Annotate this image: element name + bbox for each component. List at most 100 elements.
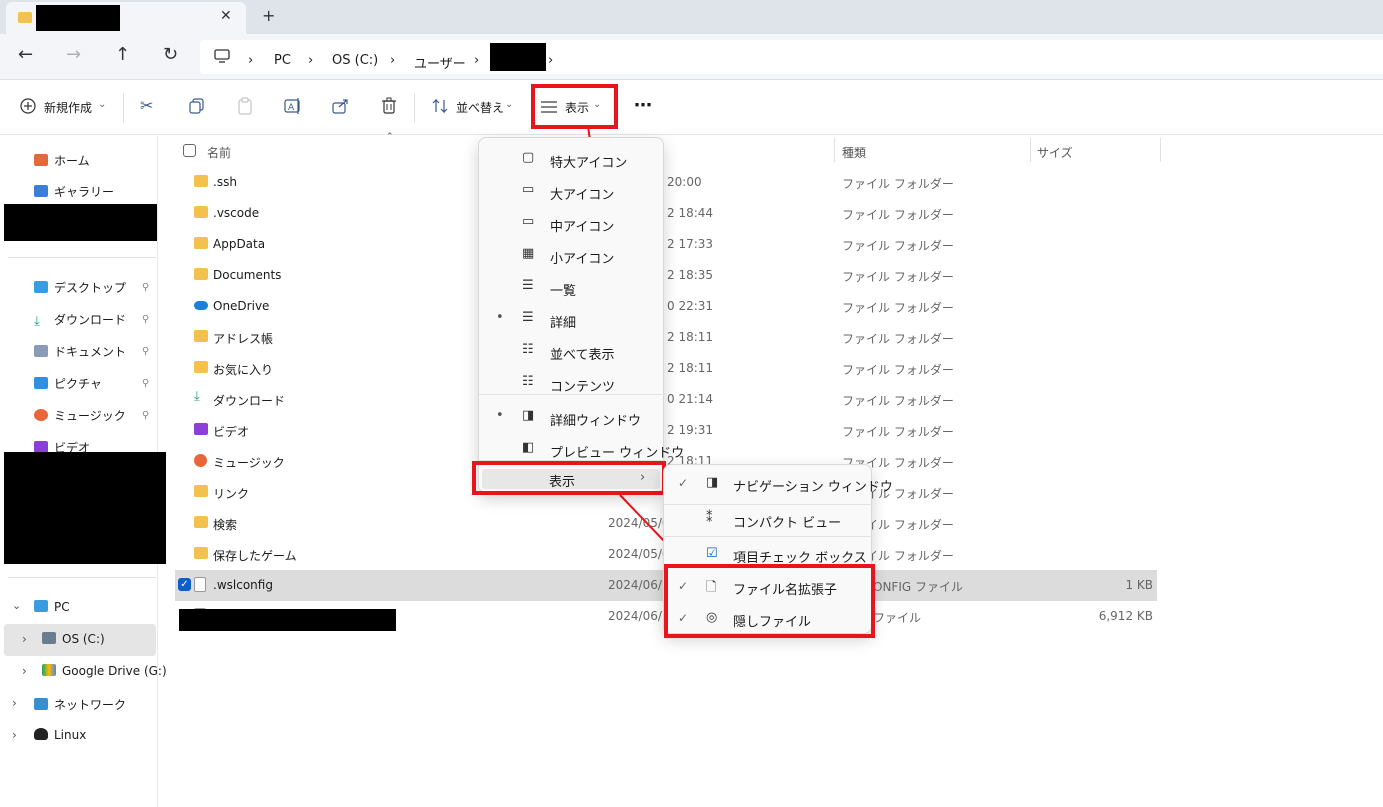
redacted-block — [4, 452, 166, 564]
sidebar-item-home[interactable]: ホーム — [34, 152, 90, 169]
row-checkbox[interactable]: ✓ — [178, 578, 191, 591]
chevron-down-icon: ⌄ — [593, 99, 602, 110]
pin-icon: ⚲ — [142, 410, 150, 421]
cut-icon[interactable]: ✂ — [140, 96, 153, 115]
navigation-pane-icon: ◨ — [706, 475, 719, 490]
home-icon — [34, 154, 48, 166]
divider — [479, 394, 665, 395]
menu-item-list[interactable]: ☰ 一覧 — [479, 274, 665, 302]
folder-icon — [194, 361, 208, 373]
monitor-icon — [214, 49, 230, 63]
sidebar-item-pictures[interactable]: ピクチャ — [34, 375, 102, 392]
table-row[interactable]: Documents 2 18:35 ファイル フォルダー — [175, 260, 1157, 291]
select-all-checkbox[interactable] — [183, 144, 196, 157]
breadcrumb-users[interactable]: ユーザー — [414, 53, 466, 72]
divider — [1030, 138, 1031, 162]
collapse-icon[interactable]: ⌄ — [12, 599, 21, 612]
file-icon — [194, 577, 206, 592]
file-name: アドレス帳 — [213, 332, 274, 346]
sidebar-item-label: ドキュメント — [54, 345, 127, 359]
download-icon: ⤓ — [194, 389, 200, 404]
expand-icon[interactable]: › — [22, 664, 27, 678]
more-options-button[interactable]: ⋯ — [634, 95, 652, 116]
sidebar-item-label: OS (C:) — [62, 632, 105, 646]
sidebar-item-downloads[interactable]: ⤓ ダウンロード — [34, 311, 126, 329]
sidebar-item-music[interactable]: ミュージック — [34, 407, 126, 424]
menu-item-label: 表示 — [549, 475, 576, 490]
file-type: ファイル フォルダー — [842, 177, 954, 191]
table-row[interactable]: .ssh 20:00 ファイル フォルダー — [175, 167, 1157, 198]
menu-item-smalls-icon[interactable]: ▦ 小アイコン — [479, 242, 665, 270]
file-type: ファイル フォルダー — [842, 394, 954, 408]
refresh-icon[interactable]: ↻ — [163, 44, 178, 65]
file-name: AppData — [213, 237, 266, 251]
submenu-item-navigation-pane[interactable]: ✓ ◨ ナビゲーション ウィンドウ — [664, 471, 893, 497]
forward-icon[interactable]: → — [66, 44, 81, 65]
file-name: .vscode — [213, 206, 260, 220]
table-row[interactable]: AppData 2 17:33 ファイル フォルダー — [175, 229, 1157, 260]
folder-icon — [194, 268, 208, 280]
back-icon[interactable]: ← — [18, 44, 33, 65]
monitor-icon — [34, 600, 48, 612]
menu-item-details[interactable]: • ☰ 詳細 — [479, 306, 665, 334]
expand-icon[interactable]: › — [22, 632, 27, 646]
expand-icon[interactable]: › — [12, 728, 17, 742]
table-row[interactable]: ⤓ ダウンロード 0 21:14 ファイル フォルダー — [175, 384, 1157, 415]
rename-icon[interactable]: A — [284, 97, 302, 115]
view-button[interactable]: 表示 — [565, 99, 589, 116]
menu-item-details-pane[interactable]: • ◨ 詳細ウィンドウ — [479, 404, 665, 432]
divider — [123, 93, 124, 123]
sidebar-item-label: Linux — [54, 728, 87, 742]
sidebar-item-desktop[interactable]: デスクトップ — [34, 279, 126, 296]
breadcrumb-separator: › — [548, 53, 554, 68]
view-lines-icon — [541, 101, 557, 113]
menu-item-tiles[interactable]: ☷ 並べて表示 — [479, 338, 665, 366]
breadcrumb-pc[interactable]: PC — [274, 53, 291, 68]
share-icon[interactable] — [332, 97, 350, 115]
column-type[interactable]: 種類 — [842, 144, 866, 161]
file-date: 2 18:44 — [667, 206, 714, 220]
sidebar-item-drive-c[interactable]: OS (C:) — [42, 632, 105, 646]
folder-icon — [194, 330, 208, 342]
expand-icon[interactable]: › — [12, 696, 17, 710]
menu-item-extra-larges-icon[interactable]: ▢ 特大アイコン — [479, 146, 665, 174]
copy-icon[interactable] — [189, 98, 205, 114]
view-submenu-trigger[interactable]: 表示 › — [482, 469, 660, 490]
gallery-icon — [34, 185, 48, 197]
sidebar-item-documents[interactable]: ドキュメント — [34, 343, 126, 360]
file-name: 保存したゲーム — [213, 549, 297, 563]
new-button[interactable]: 新規作成 — [44, 99, 92, 116]
sidebar-item-gallery[interactable]: ギャラリー — [34, 183, 114, 200]
close-icon[interactable]: ✕ — [220, 8, 232, 24]
tab-bar: ✕ + — [0, 0, 1383, 34]
column-size[interactable]: サイズ — [1037, 144, 1073, 161]
sidebar-item-google-drive[interactable]: Google Drive (G:) — [42, 664, 167, 678]
divider — [834, 138, 835, 162]
sort-button[interactable]: 並べ替え — [456, 99, 504, 116]
sort-icon — [432, 98, 448, 114]
menu-item-mediums-icon[interactable]: ▭ 中アイコン — [479, 210, 665, 238]
submenu-item-compact-view[interactable]: ⁑ コンパクト ビュー — [664, 507, 873, 533]
menu-item-larges-icon[interactable]: ▭ 大アイコン — [479, 178, 665, 206]
breadcrumb-drive[interactable]: OS (C:) — [332, 53, 378, 68]
table-row[interactable]: お気に入り 2 18:11 ファイル フォルダー — [175, 353, 1157, 384]
network-icon — [34, 698, 48, 710]
sort-up-icon: ⌃ — [386, 132, 394, 142]
highlight-box — [664, 564, 875, 638]
paste-icon[interactable] — [237, 97, 253, 115]
up-icon[interactable]: ↑ — [115, 44, 130, 65]
sidebar-item-network[interactable]: ネットワーク — [34, 696, 126, 713]
file-name: .wslconfig — [213, 578, 273, 592]
table-row[interactable]: .vscode 2 18:44 ファイル フォルダー — [175, 198, 1157, 229]
column-name[interactable]: 名前 — [207, 144, 231, 161]
sidebar-item-linux[interactable]: Linux — [34, 728, 86, 742]
file-explorer-window: ✕ + ← → ↑ ↻ › PC › OS (C:) › ユーザー › › 新規… — [0, 0, 1383, 807]
sidebar-item-pc[interactable]: PC — [34, 600, 70, 614]
delete-icon[interactable] — [381, 97, 397, 115]
table-row[interactable]: アドレス帳 2 18:11 ファイル フォルダー — [175, 322, 1157, 353]
new-tab-icon[interactable]: + — [262, 6, 275, 25]
table-row[interactable]: OneDrive 0 22:31 ファイル フォルダー — [175, 291, 1157, 322]
address-bar[interactable]: › PC › OS (C:) › ユーザー › › — [200, 40, 1383, 74]
drive-icon — [42, 632, 56, 644]
tab-explorer[interactable]: ✕ — [6, 2, 246, 34]
